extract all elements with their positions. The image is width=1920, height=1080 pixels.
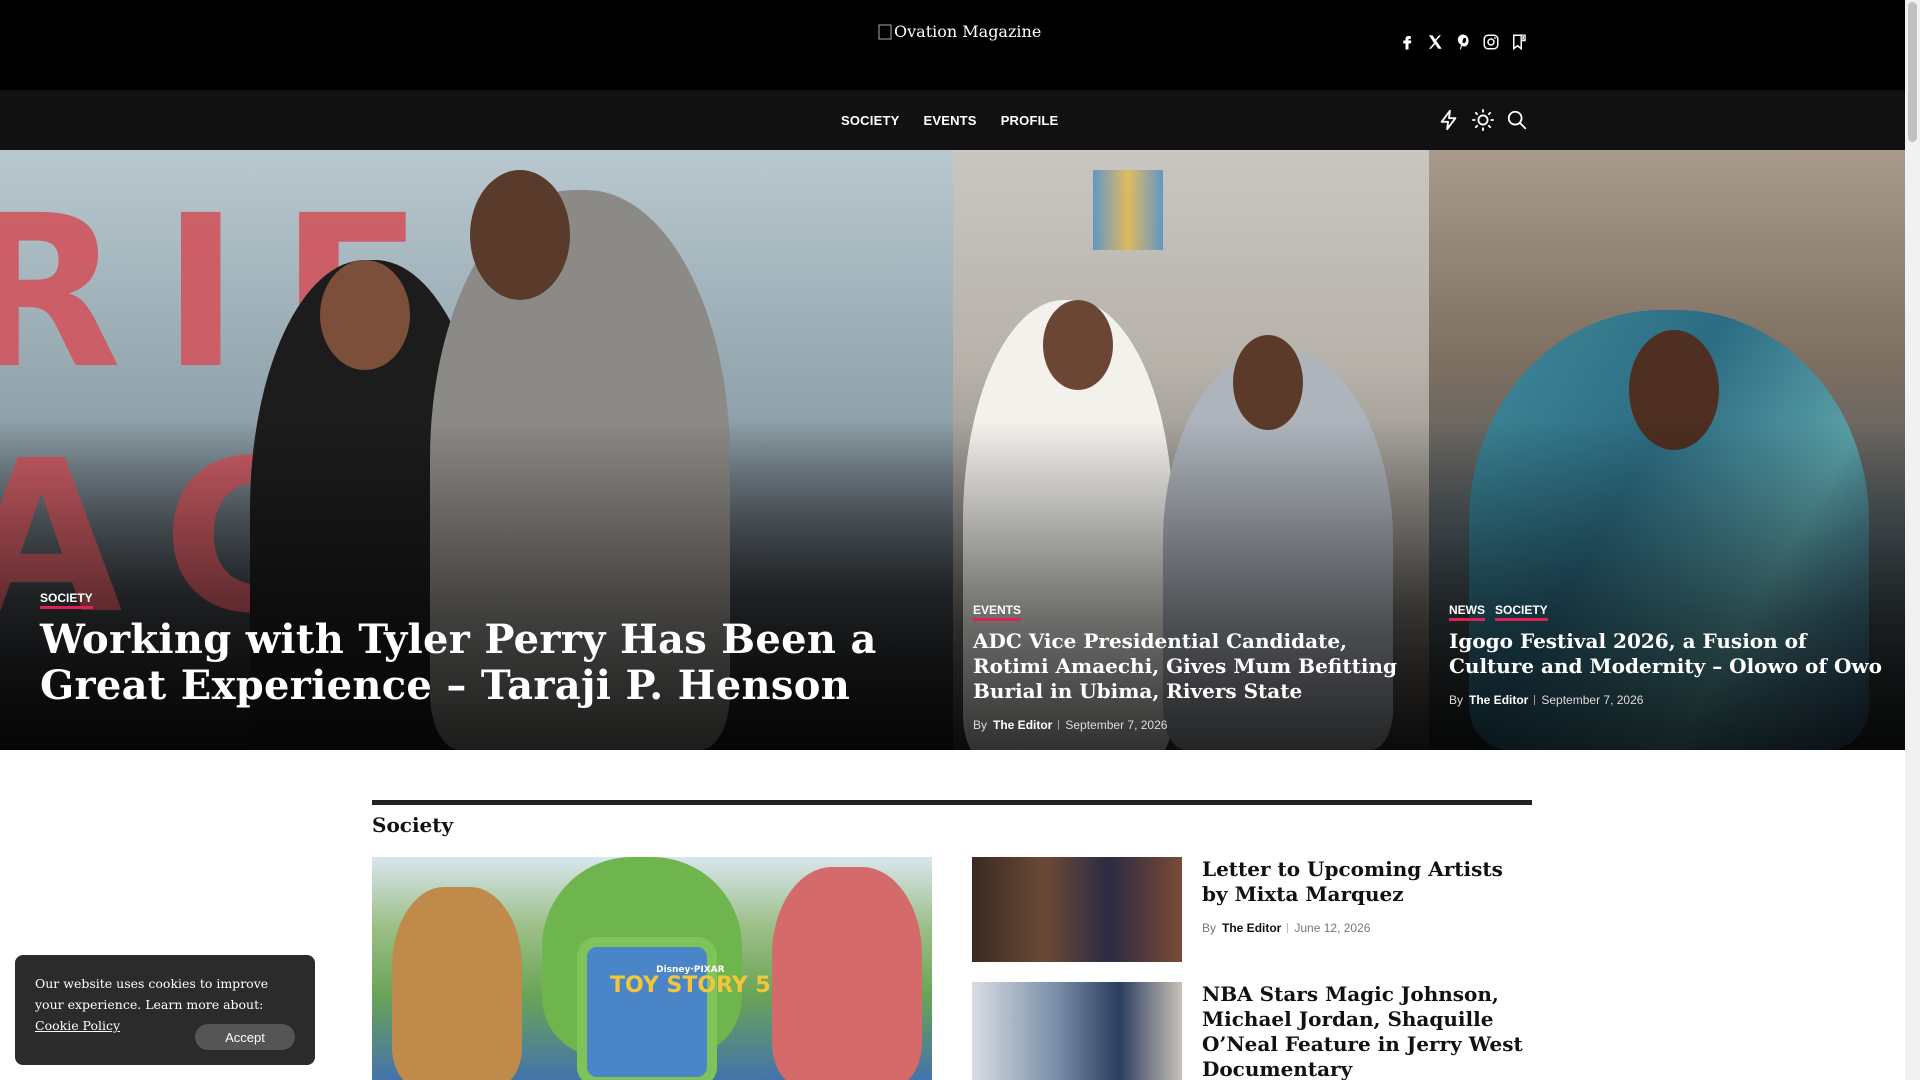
author-link[interactable]: The Editor	[993, 718, 1052, 732]
meta-divider	[1058, 720, 1060, 730]
hero-image-figure	[470, 170, 570, 300]
nav-menu: SOCIETY EVENTS PROFILE	[841, 90, 1058, 150]
post-date: September 7, 2026	[1065, 718, 1168, 732]
feature-image-screen	[577, 937, 717, 1080]
cookie-policy-link[interactable]: Cookie Policy	[35, 1018, 120, 1033]
post-title[interactable]: Letter to Upcoming Artists by Mixta Marq…	[1202, 857, 1532, 907]
hero-title[interactable]: Igogo Festival 2026, a Fusion of Culture…	[1449, 629, 1885, 679]
nav-actions	[1438, 90, 1528, 150]
post-thumbnail[interactable]	[972, 857, 1182, 962]
section-divider	[372, 800, 1532, 805]
accept-button[interactable]: Accept	[195, 1024, 295, 1050]
social-links: 0	[1398, 32, 1528, 52]
search-icon[interactable]	[1506, 108, 1528, 132]
category-list: NEWS SOCIETY	[1449, 603, 1885, 621]
feature-image-caption: Disney·PIXAR TOY STORY 5	[610, 965, 771, 997]
section-title: Society	[372, 813, 454, 837]
bookmark-icon[interactable]: 0	[1510, 32, 1528, 52]
by-label: By	[1449, 693, 1464, 707]
post-meta: By The Editor September 7, 2026	[1449, 693, 1885, 707]
nav-item-society[interactable]: SOCIETY	[841, 113, 899, 128]
cookie-text: Our website uses cookies to improve your…	[35, 976, 269, 1012]
category-list: SOCIETY	[40, 591, 913, 609]
site-logo[interactable]: Ovation Magazine	[878, 22, 1041, 41]
category-link[interactable]: SOCIETY	[1495, 603, 1548, 621]
hero-image-figure	[320, 260, 410, 370]
post-date: June 12, 2026	[1294, 921, 1371, 935]
featured-post-image[interactable]: Disney·PIXAR TOY STORY 5	[372, 857, 932, 1080]
hero-card-tertiary[interactable]: NEWS SOCIETY Igogo Festival 2026, a Fusi…	[1429, 150, 1905, 750]
feature-image-title: TOY STORY 5	[610, 973, 771, 998]
meta-divider	[1534, 695, 1536, 705]
category-link[interactable]: EVENTS	[973, 603, 1022, 621]
by-label: By	[973, 718, 988, 732]
list-item-body: NBA Stars Magic Johnson, Michael Jordan,…	[1202, 982, 1532, 1080]
category-link[interactable]: SOCIETY	[40, 591, 93, 609]
hero-image-window	[1093, 170, 1163, 250]
nav-item-events[interactable]: EVENTS	[923, 113, 976, 128]
hero-image-figure	[1233, 335, 1303, 430]
hero-card-secondary[interactable]: EVENTS ADC Vice Presidential Candidate, …	[953, 150, 1429, 750]
main-nav: SOCIETY EVENTS PROFILE	[0, 90, 1905, 150]
post-meta: By The Editor September 7, 2026	[973, 718, 1409, 732]
society-section: Society Disney·PIXAR TOY STORY 5 Letter …	[372, 800, 1532, 1080]
list-item: NBA Stars Magic Johnson, Michael Jordan,…	[972, 982, 1532, 1080]
x-icon[interactable]	[1426, 32, 1444, 52]
list-item: Letter to Upcoming Artists by Mixta Marq…	[972, 857, 1532, 962]
scrollbar-thumb[interactable]	[1908, 2, 1917, 142]
hero-grid: RIED AC SOCIETY Working with Tyler Perry…	[0, 150, 1905, 750]
hero-card-main[interactable]: RIED AC SOCIETY Working with Tyler Perry…	[0, 150, 953, 750]
hero-text: NEWS SOCIETY Igogo Festival 2026, a Fusi…	[1449, 603, 1885, 707]
hero-title[interactable]: Working with Tyler Perry Has Been a Grea…	[40, 617, 913, 709]
site-header: Ovation Magazine 0	[0, 0, 1905, 90]
post-thumbnail[interactable]	[972, 982, 1182, 1080]
hero-image-figure	[1043, 300, 1113, 390]
post-date: September 7, 2026	[1541, 693, 1644, 707]
list-item-body: Letter to Upcoming Artists by Mixta Marq…	[1202, 857, 1532, 962]
cookie-banner: Our website uses cookies to improve your…	[15, 955, 315, 1065]
by-label: By	[1202, 921, 1217, 935]
post-list: Letter to Upcoming Artists by Mixta Marq…	[972, 857, 1532, 1080]
author-link[interactable]: The Editor	[1469, 693, 1528, 707]
feature-image-figure	[772, 867, 922, 1080]
feature-image-figure	[392, 887, 522, 1080]
hero-text: SOCIETY Working with Tyler Perry Has Bee…	[40, 591, 913, 709]
sun-icon[interactable]	[1472, 108, 1494, 132]
lightning-icon[interactable]	[1438, 108, 1460, 132]
instagram-icon[interactable]	[1482, 32, 1500, 52]
hero-text: EVENTS ADC Vice Presidential Candidate, …	[973, 603, 1409, 732]
category-list: EVENTS	[973, 603, 1409, 621]
post-meta: By The Editor June 12, 2026	[1202, 921, 1532, 935]
author-link[interactable]: The Editor	[1222, 921, 1281, 935]
broken-image-icon	[878, 24, 892, 39]
site-logo-alt-text: Ovation Magazine	[894, 22, 1042, 41]
facebook-icon[interactable]	[1398, 32, 1416, 52]
page-scrollbar[interactable]	[1905, 0, 1920, 1080]
nav-item-profile[interactable]: PROFILE	[1001, 113, 1059, 128]
meta-divider	[1287, 923, 1289, 933]
hero-title[interactable]: ADC Vice Presidential Candidate, Rotimi …	[973, 629, 1409, 704]
pinterest-icon[interactable]	[1454, 32, 1472, 52]
post-title[interactable]: NBA Stars Magic Johnson, Michael Jordan,…	[1202, 982, 1532, 1080]
category-link[interactable]: NEWS	[1449, 603, 1485, 621]
